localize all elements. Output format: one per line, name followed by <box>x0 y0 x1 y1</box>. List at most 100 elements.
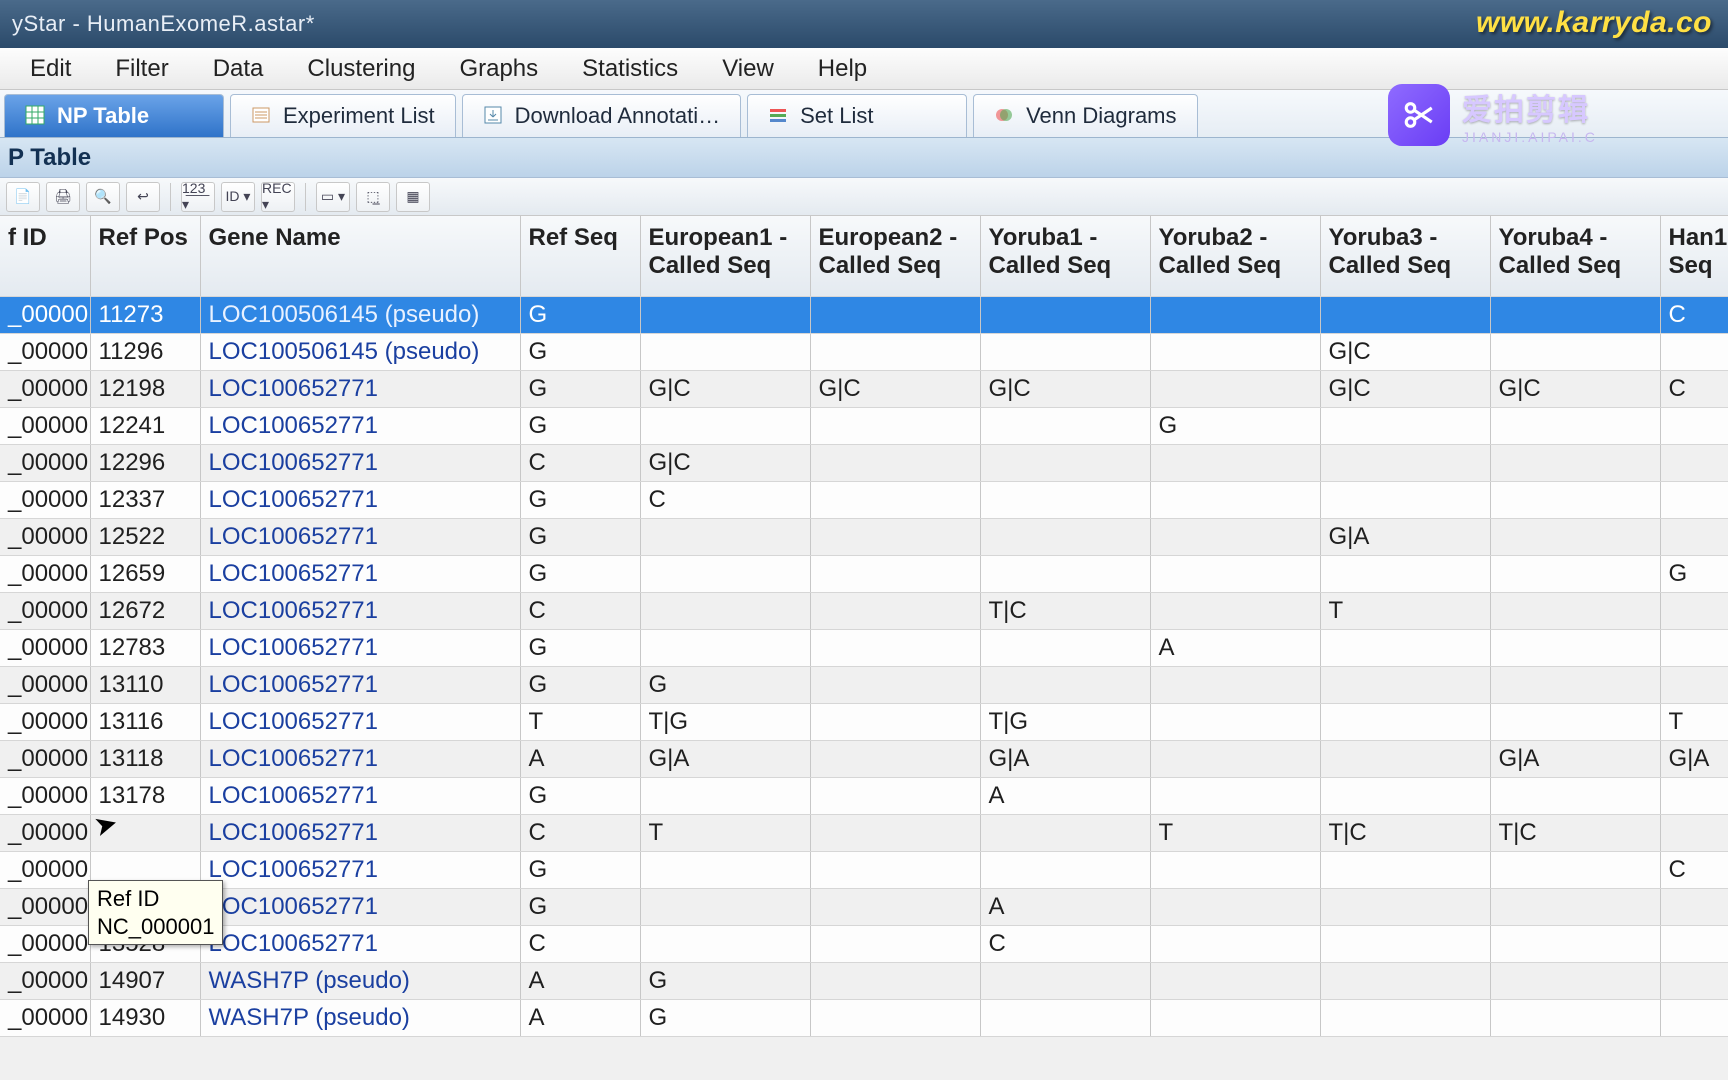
cell-y1[interactable]: G|C <box>980 370 1150 407</box>
table-row[interactable]: _000001LOC100652771CTTT|CT|C <box>0 814 1728 851</box>
cell-refid[interactable]: _000001 <box>0 999 90 1036</box>
snp-table[interactable]: f IDRef PosGene NameRef SeqEuropean1 - C… <box>0 216 1728 1037</box>
cell-h1[interactable] <box>1660 333 1728 370</box>
column-header[interactable]: Ref Pos <box>90 216 200 296</box>
cell-y4[interactable] <box>1490 629 1660 666</box>
menu-item-graphs[interactable]: Graphs <box>437 49 560 89</box>
cell-y1[interactable]: T|C <box>980 592 1150 629</box>
cell-refid[interactable]: _000001 <box>0 333 90 370</box>
cell-gene[interactable]: LOC100652771 <box>200 370 520 407</box>
cell-gene[interactable]: LOC100652771 <box>200 444 520 481</box>
cell-gene[interactable]: LOC100652771 <box>200 777 520 814</box>
cell-y3[interactable] <box>1320 888 1490 925</box>
tab-experiment-list[interactable]: Experiment List <box>230 94 456 137</box>
table-row[interactable]: _00000113178LOC100652771GA <box>0 777 1728 814</box>
cell-refid[interactable]: _000001 <box>0 481 90 518</box>
cell-y4[interactable]: T|C <box>1490 814 1660 851</box>
cell-h1[interactable] <box>1660 407 1728 444</box>
table-row[interactable]: _00000111296LOC100506145 (pseudo)GG|C <box>0 333 1728 370</box>
cell-ref[interactable]: G <box>520 555 640 592</box>
cell-e1[interactable] <box>640 592 810 629</box>
cell-y2[interactable] <box>1150 777 1320 814</box>
cell-y3[interactable]: T <box>1320 592 1490 629</box>
cell-y2[interactable]: G <box>1150 407 1320 444</box>
cell-refid[interactable]: _000001 <box>0 592 90 629</box>
cell-y3[interactable] <box>1320 703 1490 740</box>
cell-y4[interactable] <box>1490 925 1660 962</box>
cell-y2[interactable] <box>1150 333 1320 370</box>
cell-e2[interactable] <box>810 296 980 333</box>
cell-gene[interactable]: LOC100652771 <box>200 666 520 703</box>
cell-e2[interactable] <box>810 962 980 999</box>
cell-refid[interactable]: _000001 <box>0 444 90 481</box>
cell-gene[interactable]: LOC100652771 <box>200 629 520 666</box>
cell-e1[interactable]: T <box>640 814 810 851</box>
cell-y1[interactable]: A <box>980 777 1150 814</box>
cell-y1[interactable]: G|A <box>980 740 1150 777</box>
cell-pos[interactable]: 13118 <box>90 740 200 777</box>
cell-e2[interactable] <box>810 629 980 666</box>
table-row[interactable]: _00000114907WASH7P (pseudo)AG <box>0 962 1728 999</box>
cell-y3[interactable] <box>1320 407 1490 444</box>
menu-item-edit[interactable]: Edit <box>8 49 93 89</box>
cell-h1[interactable]: C <box>1660 370 1728 407</box>
tab-download-annotati-[interactable]: Download Annotati… <box>462 94 741 137</box>
cell-e1[interactable]: G <box>640 962 810 999</box>
cell-y1[interactable] <box>980 814 1150 851</box>
cell-e1[interactable]: G|C <box>640 444 810 481</box>
cell-y4[interactable] <box>1490 407 1660 444</box>
data-grid[interactable]: f IDRef PosGene NameRef SeqEuropean1 - C… <box>0 216 1728 1080</box>
toolbar-button-6[interactable]: REC ▾ <box>261 182 295 212</box>
cell-e2[interactable] <box>810 888 980 925</box>
cell-y3[interactable]: G|C <box>1320 370 1490 407</box>
cell-y1[interactable] <box>980 629 1150 666</box>
cell-h1[interactable] <box>1660 814 1728 851</box>
cell-y1[interactable]: A <box>980 888 1150 925</box>
cell-h1[interactable] <box>1660 999 1728 1036</box>
cell-e2[interactable] <box>810 333 980 370</box>
cell-ref[interactable]: C <box>520 925 640 962</box>
cell-pos[interactable]: 14907 <box>90 962 200 999</box>
cell-e2[interactable]: G|C <box>810 370 980 407</box>
cell-pos[interactable]: 12783 <box>90 629 200 666</box>
toolbar-button-9[interactable]: ▦ <box>396 182 430 212</box>
menu-item-clustering[interactable]: Clustering <box>285 49 437 89</box>
cell-ref[interactable]: G <box>520 407 640 444</box>
cell-gene[interactable]: LOC100652771 <box>200 481 520 518</box>
cell-e2[interactable] <box>810 925 980 962</box>
cell-refid[interactable]: _000001 <box>0 740 90 777</box>
cell-ref[interactable]: G <box>520 777 640 814</box>
cell-h1[interactable] <box>1660 925 1728 962</box>
table-row[interactable]: _00000114930WASH7P (pseudo)AG <box>0 999 1728 1036</box>
toolbar-button-0[interactable]: 📄 <box>6 182 40 212</box>
cell-e2[interactable] <box>810 518 980 555</box>
cell-h1[interactable]: C <box>1660 296 1728 333</box>
cell-e2[interactable] <box>810 740 980 777</box>
cell-h1[interactable]: C <box>1660 851 1728 888</box>
cell-ref[interactable]: G <box>520 333 640 370</box>
cell-y2[interactable] <box>1150 962 1320 999</box>
cell-y4[interactable] <box>1490 888 1660 925</box>
cell-y3[interactable] <box>1320 481 1490 518</box>
cell-y1[interactable]: C <box>980 925 1150 962</box>
cell-e1[interactable] <box>640 888 810 925</box>
cell-h1[interactable] <box>1660 666 1728 703</box>
cell-e2[interactable] <box>810 555 980 592</box>
cell-refid[interactable]: _000001 <box>0 370 90 407</box>
cell-h1[interactable] <box>1660 592 1728 629</box>
cell-gene[interactable]: LOC100652771 <box>200 555 520 592</box>
cell-y1[interactable] <box>980 666 1150 703</box>
table-row[interactable]: _00000112783LOC100652771GA <box>0 629 1728 666</box>
cell-e1[interactable] <box>640 555 810 592</box>
cell-y4[interactable] <box>1490 555 1660 592</box>
table-row[interactable]: _00000112522LOC100652771GG|A <box>0 518 1728 555</box>
cell-gene[interactable]: LOC100506145 (pseudo) <box>200 333 520 370</box>
cell-h1[interactable]: G|A <box>1660 740 1728 777</box>
cell-y4[interactable] <box>1490 296 1660 333</box>
cell-y2[interactable] <box>1150 444 1320 481</box>
cell-y1[interactable] <box>980 518 1150 555</box>
table-row[interactable]: _000001LOC100652771GC <box>0 851 1728 888</box>
table-row[interactable]: _00000112198LOC100652771GG|CG|CG|CG|CG|C… <box>0 370 1728 407</box>
cell-e1[interactable] <box>640 518 810 555</box>
menu-item-statistics[interactable]: Statistics <box>560 49 700 89</box>
